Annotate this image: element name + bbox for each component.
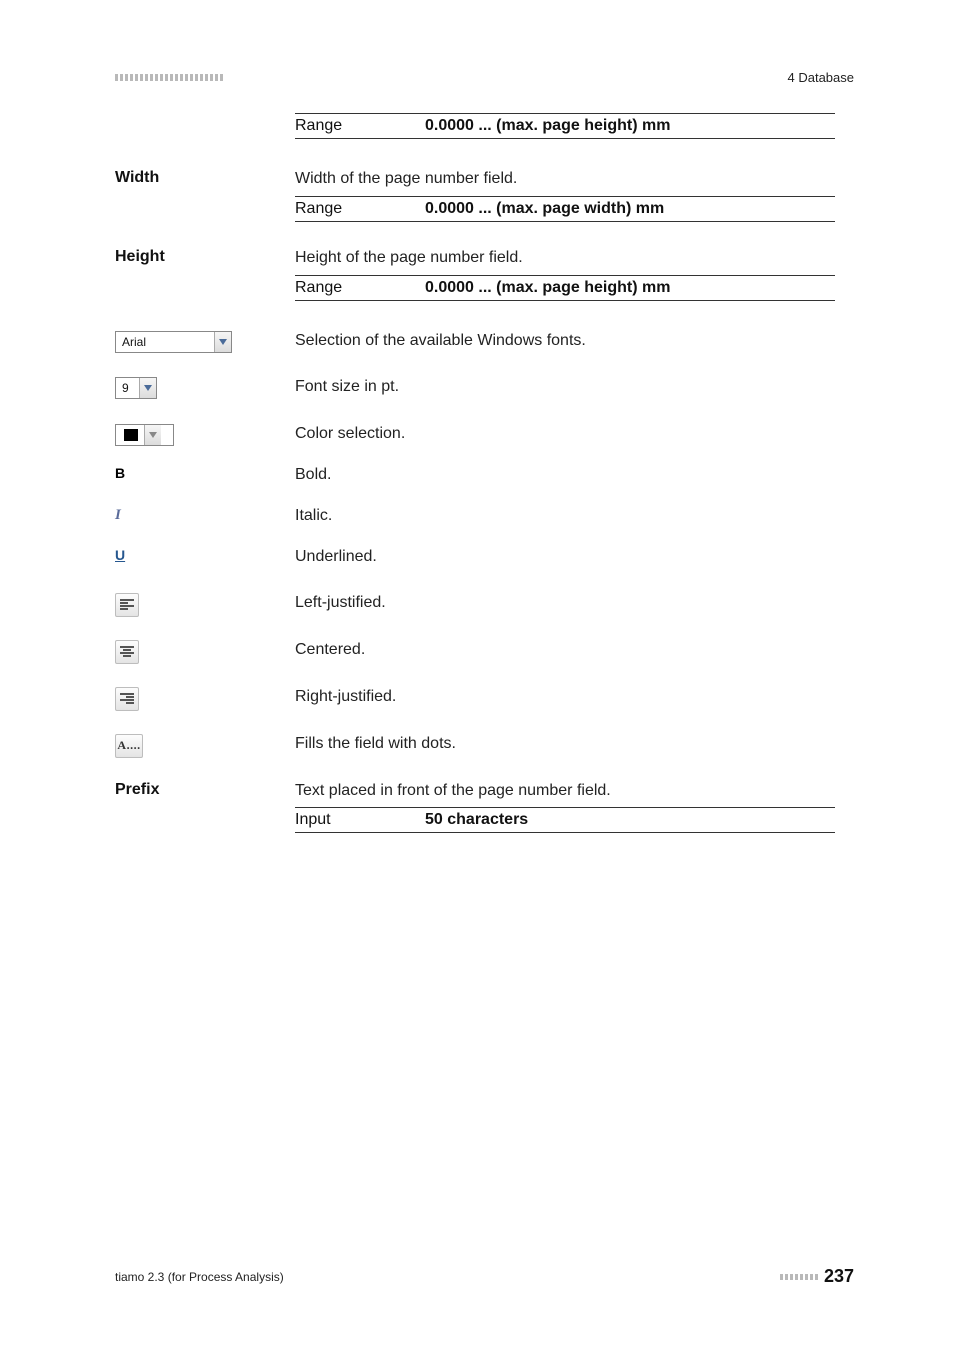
prefix-desc: Text placed in front of the page number … (295, 781, 835, 802)
italic-desc: Italic. (295, 506, 835, 527)
heading-width: Width (115, 169, 285, 187)
align-left-icon[interactable] (115, 593, 139, 617)
section-header: 4 Database (788, 70, 855, 85)
input-label: Input (295, 811, 425, 829)
align-right-icon[interactable] (115, 687, 139, 711)
heading-height: Height (115, 248, 285, 266)
width-desc: Width of the page number field. (295, 169, 835, 190)
font-size-dropdown[interactable]: 9 (115, 377, 157, 399)
chevron-down-icon (214, 332, 231, 352)
align-center-icon[interactable] (115, 640, 139, 664)
range-value: 0.0000 ... (max. page height) mm (425, 117, 670, 135)
font-size-value: 9 (116, 381, 135, 395)
range-value: 0.0000 ... (max. page height) mm (425, 279, 670, 297)
range-row-top: Range 0.0000 ... (max. page height) mm (295, 113, 835, 139)
decorative-bars-top (115, 74, 223, 81)
align-center-desc: Centered. (295, 640, 835, 661)
range-label: Range (295, 117, 425, 135)
chevron-down-icon (139, 378, 156, 398)
fill-dots-icon[interactable]: A.... (115, 734, 143, 758)
range-label: Range (295, 279, 425, 297)
range-row-height: Range 0.0000 ... (max. page height) mm (295, 275, 835, 301)
font-family-desc: Selection of the available Windows fonts… (295, 331, 835, 352)
italic-icon[interactable]: I (115, 507, 121, 523)
chevron-down-icon (144, 425, 161, 445)
underline-icon[interactable]: U (115, 547, 125, 563)
range-row-width: Range 0.0000 ... (max. page width) mm (295, 196, 835, 222)
color-desc: Color selection. (295, 424, 835, 445)
footer-left: tiamo 2.3 (for Process Analysis) (115, 1270, 284, 1284)
input-value: 50 characters (425, 811, 528, 829)
bold-icon[interactable]: B (115, 465, 125, 481)
font-size-desc: Font size in pt. (295, 377, 835, 398)
font-family-dropdown[interactable]: Arial (115, 331, 232, 353)
input-row-prefix: Input 50 characters (295, 807, 835, 833)
font-family-value: Arial (116, 335, 152, 349)
align-left-desc: Left-justified. (295, 593, 835, 614)
range-label: Range (295, 200, 425, 218)
bold-desc: Bold. (295, 465, 835, 486)
underline-desc: Underlined. (295, 547, 835, 568)
fill-dots-glyph: A.... (117, 738, 140, 753)
font-color-dropdown[interactable] (115, 424, 174, 446)
heading-prefix: Prefix (115, 781, 285, 799)
align-right-desc: Right-justified. (295, 687, 835, 708)
page-number: 237 (824, 1266, 854, 1287)
decorative-bars-footer (780, 1274, 818, 1280)
color-swatch-icon (124, 429, 138, 441)
fill-dots-desc: Fills the field with dots. (295, 734, 835, 755)
height-desc: Height of the page number field. (295, 248, 835, 269)
range-value: 0.0000 ... (max. page width) mm (425, 200, 664, 218)
